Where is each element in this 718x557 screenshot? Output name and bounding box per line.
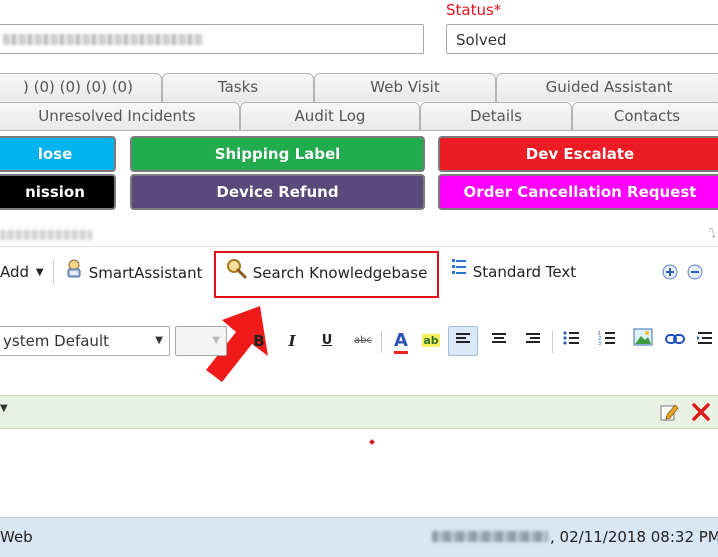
cursor-marker [369,439,375,445]
text-color-button[interactable]: A [386,326,416,356]
standard-text-button[interactable]: Standard Text [450,258,576,286]
tab-tasks[interactable]: Tasks [162,73,314,102]
tab-guided-assistant-label: Guided Assistant [545,78,673,96]
edit-icon[interactable] [659,402,679,426]
chevron-down-icon: ▼ [212,335,220,346]
highlight-label: ab [422,334,440,347]
align-center-icon [492,333,506,343]
tab-details-label: Details [469,107,522,125]
search-knowledgebase-label: Search Knowledgebase [252,264,428,282]
align-center-button[interactable] [484,326,514,356]
svg-text:3: 3 [598,341,601,346]
tab-audit-log[interactable]: Audit Log [240,102,420,131]
numbered-list-icon: 123 [598,331,615,347]
align-left-icon [456,333,470,343]
italic-button[interactable]: I [277,326,307,356]
subject-field[interactable] [0,24,424,54]
add-button-label: Add [0,263,30,281]
device-refund-button-label: Device Refund [216,183,339,201]
tab-guided-assistant[interactable]: Guided Assistant [496,73,718,102]
dropdown-arrow-icon: ▼ [35,266,44,278]
redacted-subject-text [3,34,203,45]
order-cancellation-request-button[interactable]: Order Cancellation Request [438,174,718,210]
shipping-label-button-label: Shipping Label [214,145,341,163]
align-right-icon [526,333,540,343]
tab-unresolved-incidents-label: Unresolved Incidents [38,107,196,125]
bold-button[interactable]: B [244,326,274,356]
magnifier-icon [226,258,248,289]
delete-icon[interactable] [690,401,712,427]
smart-assistant-button[interactable]: SmartAssistant [64,258,203,286]
chevron-down-icon: ▼ [155,335,163,346]
shipping-label-button[interactable]: Shipping Label [130,136,425,172]
bold-label: B [253,332,265,350]
order-cancellation-request-button-label: Order Cancellation Request [463,183,697,201]
format-divider [381,331,382,353]
footer-channel: Web [0,528,33,546]
tab-counts-label: ) (0) (0) (0) (0) [23,78,133,96]
bullet-list-icon [563,331,579,345]
tab-details[interactable]: Details [420,102,572,131]
close-button[interactable]: lose [0,136,116,172]
italic-label: I [288,332,296,350]
font-select[interactable]: ystem Default ▼ [0,326,170,356]
dev-escalate-button[interactable]: Dev Escalate [438,136,718,172]
font-select-value: ystem Default [3,332,109,350]
standard-text-label: Standard Text [472,263,577,281]
tab-unresolved-incidents[interactable]: Unresolved Incidents [0,102,240,131]
highlight-button[interactable]: ab [416,326,446,356]
format-divider [552,331,553,353]
thread-header-bar: ▼ [0,395,718,429]
font-size-select[interactable]: ▼ [175,326,227,356]
zoom-out-icon[interactable] [687,264,703,284]
tab-audit-log-label: Audit Log [294,107,366,125]
redacted-author-name [432,531,548,542]
indent-icon [697,332,712,344]
permission-button-label: nission [25,183,85,201]
smart-assistant-icon [64,258,84,289]
tab-web-visit-label: Web Visit [370,78,440,96]
underline-label: U [321,333,333,348]
close-button-label: lose [37,145,73,163]
add-button[interactable]: Add ▼ [0,258,44,286]
underline-button[interactable]: U [312,326,342,356]
strikethrough-button[interactable]: abc [348,326,378,356]
text-color-label: A [394,330,408,354]
device-refund-button[interactable]: Device Refund [130,174,425,210]
redacted-text [0,230,92,240]
insert-image-button[interactable] [628,326,658,356]
expand-arrow-icon[interactable]: ▼ [0,403,8,414]
image-icon [633,328,653,346]
insert-link-button[interactable] [660,326,690,356]
tabs-divider [0,130,718,131]
status-value: Solved [456,31,507,49]
standard-text-icon [450,258,468,287]
more-format-button[interactable] [692,326,718,356]
bullet-list-button[interactable] [556,326,586,356]
align-left-button[interactable] [448,326,478,356]
zoom-in-icon[interactable] [662,264,678,284]
link-icon [665,334,685,344]
permission-button[interactable]: nission [0,174,116,210]
tab-counts[interactable]: ) (0) (0) (0) (0) [0,73,162,102]
strikethrough-label: abc [354,335,372,346]
toolbar-divider [53,260,54,284]
search-knowledgebase-button[interactable]: Search Knowledgebase [226,258,427,286]
status-label: Status* [446,1,502,19]
footer-timestamp: , 02/11/2018 08:32 PM [550,528,718,546]
numbered-list-button[interactable]: 123 [592,326,622,356]
tab-tasks-label: Tasks [217,78,259,96]
tab-contacts[interactable]: Contacts [572,102,718,131]
status-field[interactable]: Solved [446,24,718,54]
smart-assistant-label: SmartAssistant [88,264,203,282]
tab-web-visit[interactable]: Web Visit [314,73,496,102]
redacted-info-row: ⭛ [0,225,718,247]
dev-escalate-button-label: Dev Escalate [525,145,635,163]
align-right-button[interactable] [518,326,548,356]
thread-footer: Web , 02/11/2018 08:32 PM [0,517,718,557]
collapse-icon[interactable]: ⭛ [709,227,716,242]
tab-contacts-label: Contacts [613,107,681,125]
